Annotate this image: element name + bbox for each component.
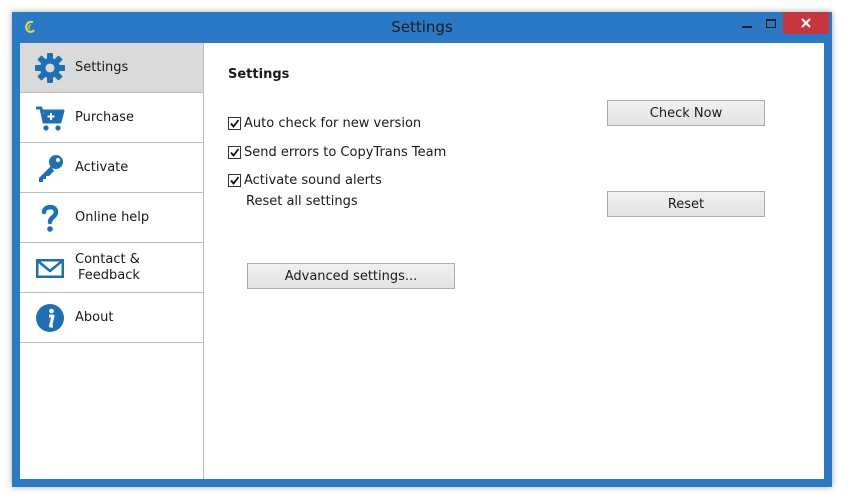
client-area: Settings Purchase Activate Online help C…: [20, 43, 824, 479]
sound-alerts-label: Activate sound alerts: [244, 172, 382, 188]
sidebar-item-online-help[interactable]: Online help: [20, 193, 203, 243]
sidebar-item-label: Purchase: [75, 109, 135, 125]
sidebar-item-activate[interactable]: Activate: [20, 143, 203, 193]
reset-all-label: Reset all settings: [246, 194, 358, 209]
close-icon: [801, 18, 811, 28]
sidebar: Settings Purchase Activate Online help C…: [20, 43, 204, 479]
checkmark-icon: [230, 147, 240, 157]
sidebar-item-label-line1: Contact &: [75, 252, 140, 267]
close-button[interactable]: [783, 12, 829, 34]
sidebar-item-about[interactable]: About: [20, 293, 203, 343]
sidebar-item-label: About: [75, 309, 114, 325]
settings-panel: Settings Auto check for new version Send…: [205, 43, 824, 479]
question-icon: [41, 204, 59, 232]
window-title: Settings: [391, 18, 453, 36]
title-bar[interactable]: Settings: [12, 12, 832, 42]
settings-window: Settings Settings Purchase Activate Onli…: [12, 12, 832, 487]
section-title: Settings: [228, 67, 290, 82]
info-icon: [36, 304, 64, 332]
auto-check-checkbox[interactable]: [228, 116, 241, 130]
sidebar-item-settings[interactable]: Settings: [20, 43, 203, 93]
sidebar-item-label: Contact & Feedback: [75, 252, 140, 284]
send-errors-checkbox[interactable]: [228, 145, 241, 159]
auto-check-row[interactable]: Auto check for new version: [228, 114, 421, 132]
sidebar-item-purchase[interactable]: Purchase: [20, 93, 203, 143]
sound-alerts-row[interactable]: Activate sound alerts: [228, 171, 382, 189]
reset-button[interactable]: Reset: [607, 191, 765, 217]
check-now-button[interactable]: Check Now: [607, 100, 765, 126]
minimize-button[interactable]: [735, 12, 759, 34]
envelope-icon: [36, 259, 64, 278]
sidebar-item-contact-feedback[interactable]: Contact & Feedback: [20, 243, 203, 293]
maximize-button[interactable]: [759, 12, 783, 34]
cart-icon: [36, 106, 65, 131]
key-icon: [39, 155, 63, 182]
checkmark-icon: [230, 175, 240, 185]
maximize-icon: [766, 18, 776, 28]
auto-check-label: Auto check for new version: [244, 115, 422, 131]
sidebar-item-label: Online help: [75, 209, 150, 225]
sidebar-item-label: Settings: [75, 59, 129, 75]
advanced-settings-button[interactable]: Advanced settings...: [247, 263, 455, 289]
checkmark-icon: [230, 118, 240, 128]
sound-alerts-checkbox[interactable]: [228, 173, 241, 187]
send-errors-row[interactable]: Send errors to CopyTrans Team: [228, 143, 446, 161]
minimize-icon: [742, 26, 752, 28]
send-errors-label: Send errors to CopyTrans Team: [244, 144, 447, 160]
gear-icon: [35, 53, 65, 83]
sidebar-item-label-line2: Feedback: [78, 268, 140, 283]
sidebar-item-label: Activate: [75, 159, 129, 175]
